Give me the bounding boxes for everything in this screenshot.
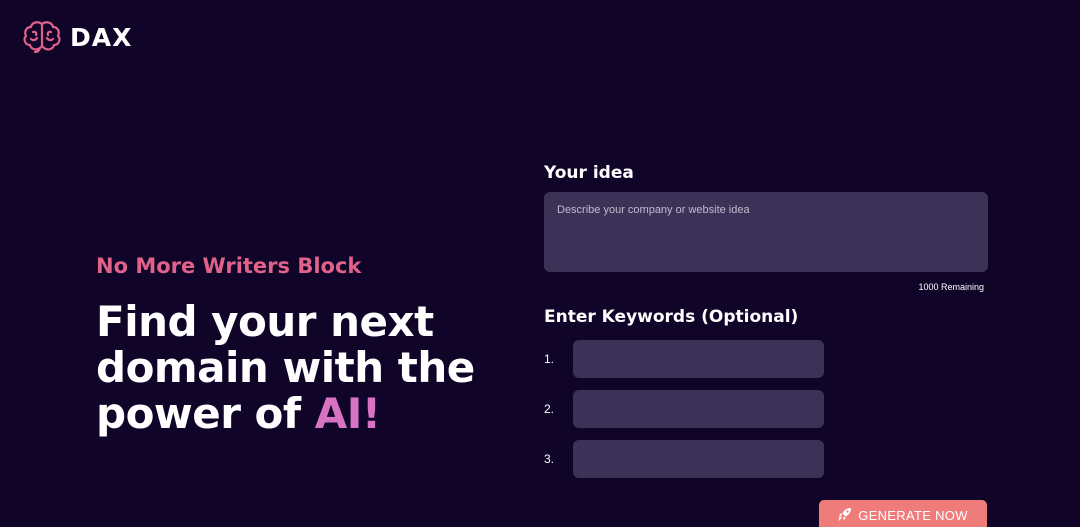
headline-line-3: power of	[96, 389, 315, 439]
idea-textarea[interactable]	[544, 192, 988, 272]
keyword-input-2[interactable]	[573, 390, 824, 428]
remaining-counter: 1000 Remaining	[918, 282, 984, 292]
hero-tagline: No More Writers Block	[96, 254, 362, 278]
generate-now-button[interactable]: GENERATE NOW	[819, 500, 987, 527]
brain-icon	[22, 20, 62, 54]
keyword-row-1: 1.	[544, 340, 988, 378]
generate-label: GENERATE NOW	[858, 507, 968, 523]
idea-label: Your idea	[544, 163, 634, 183]
headline-accent: AI!	[314, 389, 381, 439]
brand-logo[interactable]: DAX	[22, 20, 132, 54]
keyword-number: 3.	[544, 452, 555, 466]
hero-headline: Find your next domain with the power of …	[96, 299, 516, 437]
page: DAX No More Writers Block Find your next…	[0, 0, 1080, 527]
headline-line-1: Find your next	[96, 297, 434, 347]
domain-form: Your idea 1000 Remaining Enter Keywords …	[544, 162, 988, 478]
brand-name: DAX	[70, 22, 133, 52]
keyword-number: 1.	[544, 352, 555, 366]
rocket-icon	[838, 507, 852, 524]
keyword-number: 2.	[544, 402, 555, 416]
keyword-input-3[interactable]	[573, 440, 824, 478]
keywords-label: Enter Keywords (Optional)	[544, 307, 799, 327]
keyword-row-2: 2.	[544, 390, 988, 428]
keyword-row-3: 3.	[544, 440, 988, 478]
hero-section: No More Writers Block Find your next dom…	[96, 254, 516, 437]
headline-line-2: domain with the	[96, 343, 475, 393]
keyword-input-1[interactable]	[573, 340, 824, 378]
